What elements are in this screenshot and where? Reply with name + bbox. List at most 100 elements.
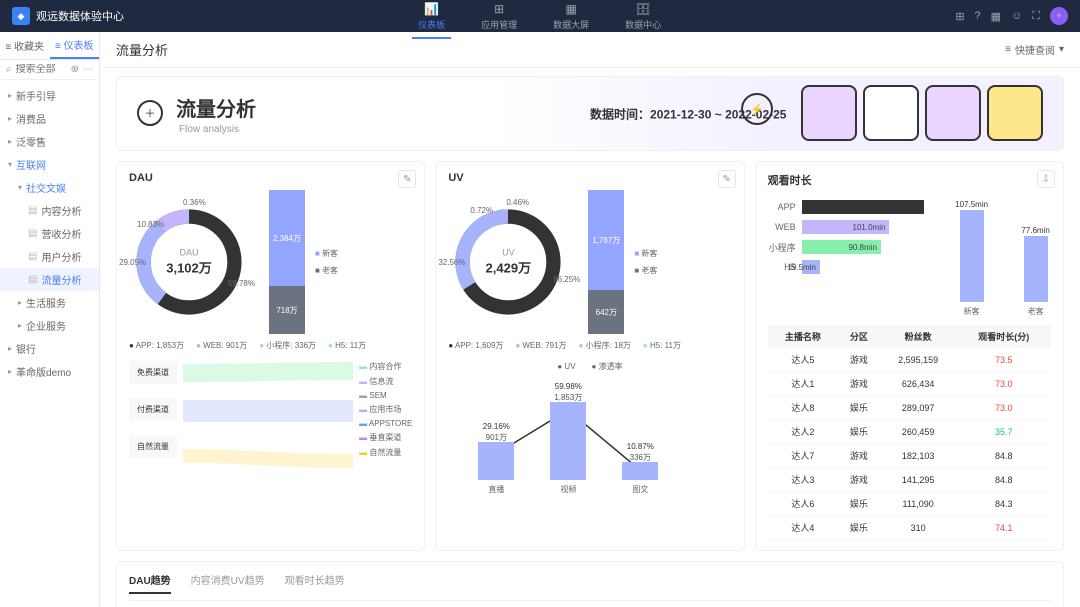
- combo-legend: ● UV● 渗透率: [448, 361, 731, 372]
- tree-item[interactable]: 银行: [0, 337, 99, 360]
- app-name: 观远数据体验中心: [36, 8, 124, 24]
- hbar-row: 小程序90.8min: [768, 240, 924, 254]
- watch-card: ⇩ 观看时长 APP WEB101.0min 小程序90.8min H519.5min…: [755, 161, 1064, 551]
- help-icon[interactable]: ?: [975, 10, 981, 22]
- edit-icon[interactable]: ✎: [718, 170, 736, 188]
- uv-legend: APP: 1,609万WEB: 791万小程序: 18万H5: 11万: [448, 340, 731, 351]
- table-row: 达人6娱乐111,09084.3: [768, 492, 1051, 516]
- banner-deco: [801, 85, 1043, 141]
- sankey-source: 免费渠道: [129, 361, 177, 384]
- sidebar-tree: 新手引导消费品泛零售互联网社交文娱内容分析营收分析用户分析流量分析生活服务企业服…: [0, 80, 99, 607]
- table-header: 分区: [838, 325, 880, 348]
- table-row: 达人1游戏626,43473.0: [768, 372, 1051, 396]
- hbar-row: H519.5min: [768, 260, 924, 274]
- trend-tab[interactable]: 内容消费UV趋势: [191, 572, 265, 594]
- topnav-item[interactable]: ⊞应用管理: [475, 0, 523, 33]
- table-row: 达人3游戏141,29584.8: [768, 468, 1051, 492]
- dau-card: ✎ DAU DAU3,102万 59.78%29.05%10.83%0.36% …: [116, 161, 425, 551]
- side-tab[interactable]: ≡ 仪表板: [50, 32, 100, 59]
- tree-item[interactable]: 内容分析: [0, 199, 99, 222]
- stack-legend: 新客老客: [315, 248, 338, 276]
- sidebar: ≡ 收藏夹≡ 仪表板 ⌕ ⊕ ⋯ 新手引导消费品泛零售互联网社交文娱内容分析营收…: [0, 32, 100, 607]
- banner: ＋ 流量分析 Flow analysis 数据时间：2021-12-30 ~ 2…: [116, 76, 1064, 151]
- hbar-row: WEB101.0min: [768, 220, 924, 234]
- tree-item[interactable]: 流量分析: [0, 268, 99, 291]
- download-icon[interactable]: ⇩: [1037, 170, 1055, 188]
- combo-bar: 29.16%901万: [478, 442, 514, 480]
- sankey-source: 付费渠道: [129, 398, 177, 421]
- more-icon[interactable]: ⋯: [83, 64, 93, 75]
- tree-item[interactable]: 互联网: [0, 153, 99, 176]
- uv-card: ✎ UV UV2,429万 86.25%32.56%0.72%0.46% 642…: [435, 161, 744, 551]
- stack-legend: 新客老客: [634, 248, 657, 276]
- topnav-item[interactable]: ▦数据大屏: [547, 0, 595, 33]
- apps-icon[interactable]: ⊞: [955, 10, 964, 23]
- tree-item[interactable]: 用户分析: [0, 245, 99, 268]
- combo-bar: 10.87%336万: [622, 462, 658, 480]
- tree-item[interactable]: 企业服务: [0, 314, 99, 337]
- edit-icon[interactable]: ✎: [398, 170, 416, 188]
- topnav-item[interactable]: 🗄数据中心: [619, 0, 667, 33]
- top-nav: 📊仪表板 ⊞应用管理 ▦数据大屏 🗄数据中心: [412, 0, 667, 33]
- sankey-target: 信息流: [359, 376, 412, 387]
- hbar-row: APP: [768, 200, 924, 214]
- main: 流量分析 ≡ 快捷查阅 ▾ ＋ 流量分析 Flow analysis 数据时间：…: [100, 32, 1080, 607]
- top-actions: ⊞ ? ▦ ☺ ⛶ ✦: [955, 7, 1068, 25]
- page-title: 流量分析: [116, 40, 168, 59]
- table-header: 主播名称: [768, 325, 838, 348]
- add-icon[interactable]: ⊕: [71, 64, 79, 75]
- search-icon: ⌕: [6, 64, 12, 75]
- thunder-icon: ⚡: [741, 93, 773, 125]
- table-row: 达人8娱乐289,09773.0: [768, 396, 1051, 420]
- sankey-target: 应用市场: [359, 404, 412, 415]
- sidebar-search: ⌕ ⊕ ⋯: [0, 60, 99, 80]
- watch-hbar-chart: APP WEB101.0min 小程序90.8min H519.5min: [768, 194, 924, 317]
- dau-stack-chart: 718万2,384万: [269, 190, 305, 334]
- tree-item[interactable]: 新手引导: [0, 84, 99, 107]
- sankey-target: 垂直渠道: [359, 432, 412, 443]
- watch-vbar-chart: 107.5min 77.6min: [960, 202, 1051, 302]
- sankey-source: 自然流量: [129, 435, 177, 458]
- expand-icon[interactable]: ⛶: [1032, 10, 1040, 23]
- vbar: 107.5min: [960, 210, 984, 302]
- tree-item[interactable]: 消费品: [0, 107, 99, 130]
- vbar: 77.6min: [1024, 236, 1048, 302]
- grid-icon[interactable]: ▦: [991, 10, 1001, 23]
- dau-donut-chart: DAU3,102万 59.78%29.05%10.83%0.36%: [129, 202, 249, 322]
- topnav-item[interactable]: 📊仪表板: [412, 0, 451, 33]
- trend-tab[interactable]: 观看时长趋势: [285, 572, 345, 594]
- uv-stack-chart: 642万1,787万: [588, 190, 624, 334]
- sidebar-tabs: ≡ 收藏夹≡ 仪表板: [0, 32, 99, 60]
- sankey-chart: 免费渠道付费渠道自然流量 内容合作信息流SEM应用市场APPSTORE垂直渠道自…: [129, 361, 412, 483]
- avatar[interactable]: ✦: [1050, 7, 1068, 25]
- banner-plus-icon: ＋: [137, 100, 163, 126]
- tree-item[interactable]: 营收分析: [0, 222, 99, 245]
- trend-card: DAU趋势内容消费UV趋势观看时长趋势 200万150万100万50万 DAU环…: [116, 561, 1064, 607]
- logo: ◆: [12, 7, 30, 25]
- quick-view-button[interactable]: ≡ 快捷查阅 ▾: [1005, 42, 1064, 57]
- table-row: 达人5游戏2,595,15973.5: [768, 348, 1051, 372]
- table-row: 达人2娱乐260,45935.7: [768, 420, 1051, 444]
- trend-tab[interactable]: DAU趋势: [129, 572, 171, 594]
- dau-legend: APP: 1,853万WEB: 901万小程序: 336万H5: 11万: [129, 340, 412, 351]
- table-header: 观看时长(分): [957, 325, 1051, 348]
- sankey-target: 自然流量: [359, 447, 412, 458]
- table-row: 达人4娱乐31074.1: [768, 516, 1051, 540]
- user-icon[interactable]: ☺: [1011, 10, 1022, 22]
- combo-bar: 59.98%1,853万: [550, 402, 586, 480]
- side-tab[interactable]: ≡ 收藏夹: [0, 32, 50, 59]
- tree-item[interactable]: 泛零售: [0, 130, 99, 153]
- card-title: 观看时长: [768, 172, 1051, 188]
- search-input[interactable]: [16, 64, 67, 75]
- combo-axis: 直播视频图文: [478, 484, 731, 495]
- tree-item[interactable]: 社交文娱: [0, 176, 99, 199]
- card-title: DAU: [129, 172, 412, 184]
- tree-item[interactable]: 生活服务: [0, 291, 99, 314]
- tree-item[interactable]: 革命版demo: [0, 360, 99, 383]
- sankey-target: 内容合作: [359, 361, 412, 372]
- table-header: 粉丝数: [880, 325, 957, 348]
- banner-title: 流量分析: [176, 99, 256, 121]
- sankey-target: APPSTORE: [359, 419, 412, 428]
- trend-tabs: DAU趋势内容消费UV趋势观看时长趋势: [129, 572, 1051, 601]
- card-title: UV: [448, 172, 731, 184]
